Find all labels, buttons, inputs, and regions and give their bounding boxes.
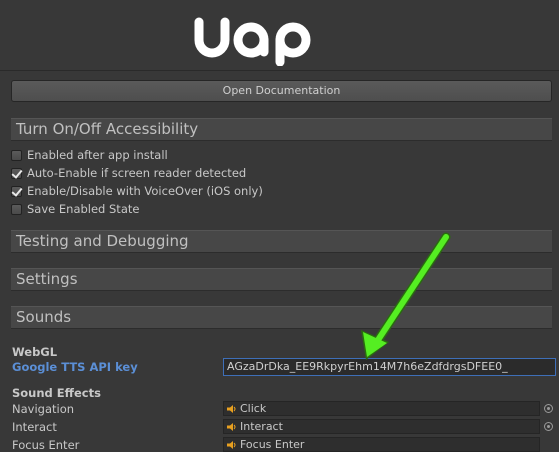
checkbox-label: Enabled after app install [27, 148, 168, 162]
google-tts-api-key-label: Google TTS API key [12, 360, 138, 374]
checkbox-row-voiceover[interactable]: Enable/Disable with VoiceOver (iOS only) [11, 183, 263, 199]
audio-clip-icon [227, 422, 236, 431]
section-header-sounds[interactable]: Sounds [11, 306, 552, 329]
object-picker-icon[interactable] [544, 422, 553, 431]
checkbox-label: Auto-Enable if screen reader detected [27, 166, 247, 180]
navigation-sound-field[interactable]: Click [223, 401, 540, 416]
interact-sound-field[interactable]: Interact [223, 419, 540, 434]
sound-clip-name: Click [240, 402, 267, 415]
auto-enable-checkbox[interactable] [11, 167, 22, 179]
annotation-arrow [361, 232, 451, 360]
navigation-label: Navigation [12, 402, 75, 416]
section-header-settings[interactable]: Settings [11, 268, 552, 291]
save-enabled-state-checkbox[interactable] [11, 203, 22, 215]
enabled-after-install-checkbox[interactable] [11, 149, 22, 161]
open-documentation-button[interactable]: Open Documentation [11, 80, 552, 102]
voiceover-toggle-checkbox[interactable] [11, 185, 22, 197]
google-tts-api-key-input[interactable]: AGzaDrDka_EE9RkpyrEhm14M7h6eZdfdrgsDFEE0… [223, 358, 556, 376]
sound-clip-name: Interact [240, 420, 283, 433]
object-picker-icon[interactable] [544, 404, 553, 413]
uap-logo: uap [194, 17, 311, 66]
webgl-header: WebGL [12, 345, 58, 359]
section-header-accessibility[interactable]: Turn On/Off Accessibility [11, 118, 552, 141]
divider [0, 70, 559, 71]
checkbox-row-enabled-after-install[interactable]: Enabled after app install [11, 147, 168, 163]
checkbox-label: Save Enabled State [27, 202, 140, 216]
checkbox-row-save-state[interactable]: Save Enabled State [11, 201, 139, 217]
checkbox-label: Enable/Disable with VoiceOver (iOS only) [27, 184, 263, 198]
audio-clip-icon [227, 404, 236, 413]
sound-effects-header: Sound Effects [12, 386, 101, 400]
section-header-testing[interactable]: Testing and Debugging [11, 230, 552, 253]
checkbox-row-auto-enable[interactable]: Auto-Enable if screen reader detected [11, 165, 246, 181]
focus-enter-label: Focus Enter [12, 438, 80, 452]
interact-label: Interact [12, 420, 57, 434]
